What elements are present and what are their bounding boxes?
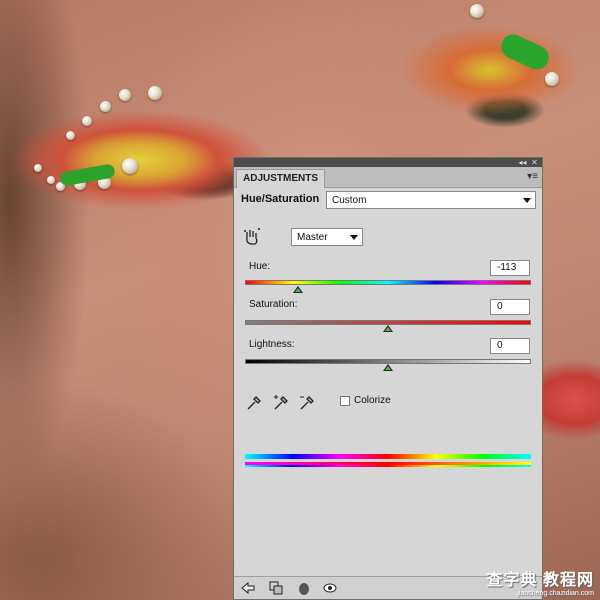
tab-adjustments[interactable]: ADJUSTMENTS <box>236 169 326 188</box>
chevron-down-icon <box>523 198 531 203</box>
colorize-checkbox[interactable] <box>340 396 350 406</box>
close-icon[interactable]: ✕ <box>529 158 540 167</box>
preset-dropdown[interactable]: Custom <box>326 191 536 209</box>
channel-value: Master <box>297 232 328 243</box>
lightness-label: Lightness: <box>249 339 295 350</box>
chevron-down-icon <box>350 235 358 240</box>
collapse-icon[interactable]: ◂◂ <box>517 158 528 167</box>
eyedropper-icon[interactable] <box>245 394 263 412</box>
colorize-label: Colorize <box>354 395 391 406</box>
panel-titlebar: ◂◂ ✕ <box>234 158 542 167</box>
preset-row: Hue/Saturation Custom <box>234 189 542 211</box>
back-arrow-icon[interactable] <box>240 580 256 596</box>
lightness-slider-thumb[interactable] <box>383 364 393 371</box>
watermark-text: 查字典 教程网 <box>486 572 594 589</box>
adjustment-title: Hue/Saturation <box>241 193 320 205</box>
watermark-url: jiaocheng.chazidian.com <box>517 590 594 597</box>
eyedropper-add-icon[interactable] <box>272 394 290 412</box>
preset-value: Custom <box>332 195 367 206</box>
eyedropper-subtract-icon[interactable] <box>298 394 316 412</box>
hue-label: Hue: <box>249 261 271 272</box>
shifted-spectrum-bar <box>245 454 531 459</box>
hue-slider[interactable] <box>245 280 531 285</box>
eye-icon[interactable] <box>322 580 338 596</box>
saturation-label: Saturation: <box>249 299 298 310</box>
visibility-toggle-icon[interactable] <box>296 580 312 596</box>
lightness-input[interactable]: 0 <box>490 338 530 354</box>
on-image-adjust-hand-icon[interactable] <box>242 227 262 247</box>
site-watermark: 查字典 教程网 jiaocheng.chazidian.com <box>487 566 594 597</box>
saturation-input[interactable]: 0 <box>490 299 530 315</box>
adjustments-panel: ◂◂ ✕ ADJUSTMENTS ▾≡ Hue/Saturation Custo… <box>233 157 543 600</box>
panel-menu-icon[interactable]: ▾≡ <box>527 171 538 183</box>
panel-tabbar: ADJUSTMENTS ▾≡ <box>234 167 542 188</box>
hue-input[interactable]: -113 <box>490 260 530 276</box>
saturation-slider-thumb[interactable] <box>383 325 393 332</box>
shifted-spectrum-accent <box>245 462 531 465</box>
hue-slider-thumb[interactable] <box>293 286 304 293</box>
channel-dropdown[interactable]: Master <box>291 228 363 246</box>
clip-to-layer-icon[interactable] <box>268 580 284 596</box>
